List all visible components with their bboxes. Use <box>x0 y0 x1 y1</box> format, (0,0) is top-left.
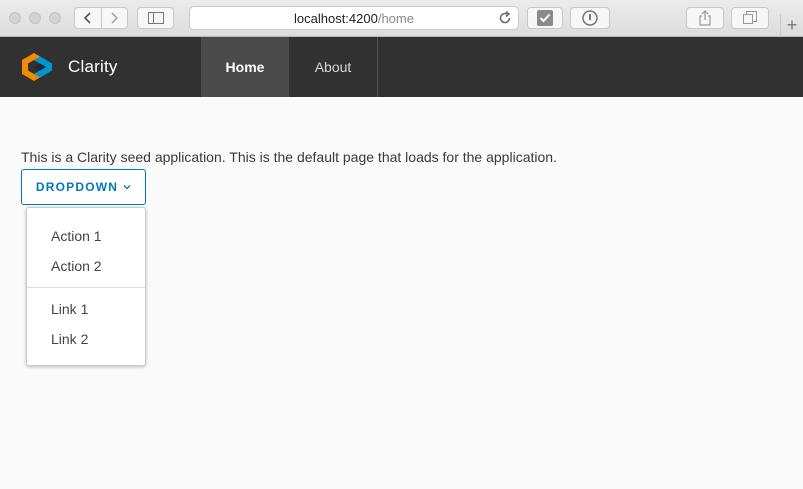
app-header: Clarity Home About <box>0 37 803 97</box>
chevron-right-icon <box>111 12 119 24</box>
address-bar[interactable]: localhost:4200/home <box>189 6 519 30</box>
nav-about-link[interactable]: About <box>289 37 378 97</box>
zoom-window-button[interactable] <box>49 12 61 24</box>
branding[interactable]: Clarity <box>20 37 118 97</box>
share-icon <box>699 10 711 26</box>
reload-button[interactable] <box>498 10 512 28</box>
history-nav <box>74 7 128 29</box>
back-button[interactable] <box>75 8 101 28</box>
dropdown-menu: Action 1 Action 2 Link 1 Link 2 <box>26 207 146 366</box>
checkbox-icon <box>537 10 553 26</box>
chevron-left-icon <box>83 12 91 24</box>
clarity-logo-icon <box>22 53 52 81</box>
url-host: localhost:4200 <box>294 10 378 26</box>
close-window-button[interactable] <box>9 12 21 24</box>
dropdown-label: DROPDOWN <box>35 180 119 194</box>
dropdown-link-1[interactable]: Link 1 <box>51 301 88 317</box>
browser-toolbar: localhost:4200/home + <box>0 0 803 37</box>
dropdown-toggle-button[interactable]: DROPDOWN <box>21 169 146 205</box>
reload-icon <box>499 10 511 24</box>
sidebar-icon <box>147 12 164 24</box>
dropdown-item-action-1[interactable]: Action 1 <box>51 228 102 244</box>
extension-password-button[interactable] <box>570 7 610 29</box>
password-manager-icon <box>582 10 598 26</box>
forward-button[interactable] <box>100 8 128 28</box>
nav-home-link[interactable]: Home <box>201 37 289 97</box>
url-path: /home <box>377 10 414 26</box>
intro-text: This is a Clarity seed application. This… <box>21 149 557 165</box>
tabs-icon <box>743 11 757 24</box>
dropdown-item-action-2[interactable]: Action 2 <box>51 258 102 274</box>
sidebar-toggle-button[interactable] <box>137 7 174 29</box>
minimize-window-button[interactable] <box>29 12 41 24</box>
brand-name: Clarity <box>68 57 118 76</box>
dropdown-link-2[interactable]: Link 2 <box>51 331 88 347</box>
dropdown-divider <box>27 287 145 288</box>
share-button[interactable] <box>686 7 724 29</box>
chevron-down-icon <box>123 184 131 190</box>
new-tab-button[interactable]: + <box>780 14 803 37</box>
tab-overview-button[interactable] <box>731 7 769 29</box>
extension-check-button[interactable] <box>527 7 563 29</box>
